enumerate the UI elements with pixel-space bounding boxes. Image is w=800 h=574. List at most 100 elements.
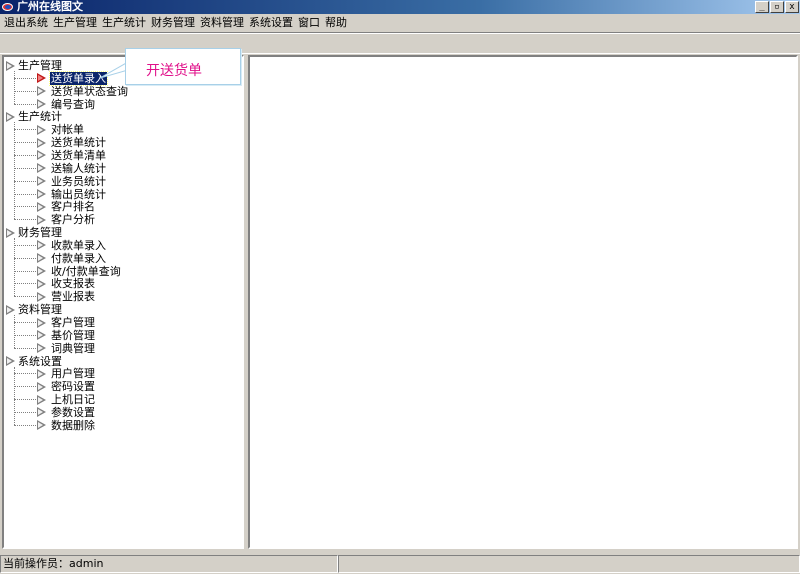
tree-item[interactable]: 送货单清单 <box>37 149 107 162</box>
tree-item[interactable]: 密码设置 <box>37 380 96 393</box>
status-operator-name: admin <box>69 557 104 570</box>
minimize-button[interactable]: _ <box>755 1 769 13</box>
status-operator: 当前操作员：admin <box>0 555 338 573</box>
tree-connector-line <box>14 103 36 105</box>
tooltip-callout: 开送货单 <box>125 48 241 85</box>
tree-item[interactable]: 营业报表 <box>37 290 96 303</box>
tree-item[interactable]: 送货单统计 <box>37 136 107 149</box>
tree-item-label: 参数设置 <box>51 405 95 419</box>
tree-item[interactable]: 付款单录入 <box>37 252 107 265</box>
tree-connector-line <box>14 386 36 388</box>
tree-connector-line <box>14 122 15 220</box>
arrow-icon <box>37 407 46 418</box>
restore-button[interactable]: ▫ <box>770 1 784 13</box>
status-panel-right <box>338 555 800 573</box>
tree-item[interactable]: 上机日记 <box>37 393 96 406</box>
tree-connector-line <box>14 334 36 336</box>
tree-item[interactable]: 收支报表 <box>37 277 96 290</box>
menu-help[interactable]: 帮助 <box>325 15 352 30</box>
tree-item-label: 收/付款单查询 <box>51 264 121 278</box>
content-area[interactable] <box>248 55 798 549</box>
arrow-icon <box>37 201 46 212</box>
tree-item[interactable]: 客户管理 <box>37 316 96 329</box>
tree-item-label: 输出员统计 <box>51 187 106 201</box>
arrow-icon <box>37 343 46 354</box>
arrow-icon <box>37 214 46 225</box>
tree-group-label: 生产统计 <box>18 110 62 124</box>
tree-connector-line <box>14 373 36 375</box>
status-operator-label: 当前操作员： <box>3 557 69 570</box>
expand-arrow-icon[interactable] <box>6 304 15 315</box>
tree-item[interactable]: 编号查询 <box>37 98 96 111</box>
arrow-icon <box>37 189 46 199</box>
tree-connector-line <box>14 90 36 92</box>
window-controls: _ ▫ x <box>754 1 799 13</box>
tree-item-label: 基价管理 <box>51 328 95 342</box>
tree-item[interactable]: 用户管理 <box>37 367 96 380</box>
tree-item-label: 送输人统计 <box>51 161 106 175</box>
tree-item-label: 客户管理 <box>51 316 95 329</box>
tree-item[interactable]: 送货单状态查询 <box>37 85 129 98</box>
arrow-icon <box>37 330 46 341</box>
tree-group-label: 财务管理 <box>18 226 62 240</box>
tree-item[interactable]: 客户分析 <box>37 213 96 226</box>
expand-arrow-icon[interactable] <box>6 227 15 238</box>
close-button[interactable]: x <box>785 1 799 13</box>
tree-connector-line <box>14 366 15 425</box>
tree-item-label: 对帐单 <box>51 123 84 137</box>
tree-item[interactable]: 收/付款单查询 <box>37 265 122 278</box>
tree-item-label: 送货单统计 <box>51 136 106 150</box>
menu-finance[interactable]: 财务管理 <box>151 15 200 30</box>
tree-connector-line <box>14 77 36 79</box>
arrow-icon <box>37 73 46 84</box>
arrow-icon <box>37 291 46 302</box>
tree-connector-line <box>14 167 36 169</box>
tree-item[interactable]: 收款单录入 <box>37 239 107 252</box>
arrow-icon <box>37 381 46 392</box>
tree-item-label: 收支报表 <box>51 277 95 291</box>
tree-connector-line <box>14 142 36 144</box>
tree-connector-line <box>14 399 36 401</box>
tree-item-label: 送货单录入 <box>49 70 108 86</box>
tree-item[interactable]: 送货单录入 <box>37 70 108 86</box>
tree-item-label: 送货单清单 <box>51 148 106 162</box>
tree-item[interactable]: 业务员统计 <box>37 175 107 188</box>
tree-item[interactable]: 词典管理 <box>37 342 96 355</box>
tree-item-label: 送货单状态查询 <box>51 84 128 98</box>
tree-item-label: 上机日记 <box>51 393 95 407</box>
arrow-icon <box>37 86 46 97</box>
expand-arrow-icon[interactable] <box>6 60 15 71</box>
tree-item[interactable]: 数据删除 <box>37 419 96 432</box>
tree-connector-line <box>14 347 36 349</box>
menu-production[interactable]: 生产管理 <box>53 15 102 30</box>
tree-connector-line <box>14 315 15 348</box>
expand-arrow-icon[interactable] <box>6 356 15 367</box>
tree-group-label: 资料管理 <box>18 303 62 317</box>
tree-connector-line <box>14 411 36 413</box>
tree-item[interactable]: 客户排名 <box>37 200 96 213</box>
tree-item-label: 密码设置 <box>51 380 95 394</box>
menu-statistics[interactable]: 生产统计 <box>102 15 151 30</box>
menu-settings[interactable]: 系统设置 <box>249 15 298 30</box>
tree-connector-line <box>14 322 36 323</box>
title-bar[interactable]: 广州在线图文 _ ▫ x <box>0 0 800 14</box>
tree-item[interactable]: 对帐单 <box>37 123 85 136</box>
menu-window[interactable]: 窗口 <box>298 15 325 30</box>
expand-arrow-icon[interactable] <box>6 111 15 122</box>
menu-data[interactable]: 资料管理 <box>200 15 249 30</box>
tree-connector-line <box>14 257 36 259</box>
navigation-tree[interactable]: 生产管理 送货单录入 送货单状态查询 编号查询 生产统计 对帐单 送货单统计 送货单清单 送输人… <box>2 55 244 549</box>
status-bar: 当前操作员：admin <box>0 554 800 574</box>
tree-item[interactable]: 送输人统计 <box>37 162 107 175</box>
app-icon[interactable] <box>1 1 15 13</box>
tree-item[interactable]: 参数设置 <box>37 406 96 419</box>
tree-item[interactable]: 基价管理 <box>37 329 96 342</box>
arrow-icon <box>37 278 46 289</box>
menu-exit[interactable]: 退出系统 <box>4 15 53 30</box>
menu-bar: 退出系统 生产管理 生产统计 财务管理 资料管理 系统设置 窗口 帮助 <box>0 14 800 31</box>
tree-connector-line <box>14 296 36 298</box>
arrow-icon <box>37 240 46 251</box>
tree-item[interactable]: 输出员统计 <box>37 188 107 201</box>
arrow-icon <box>37 253 46 264</box>
tree-group-label: 系统设置 <box>18 354 62 368</box>
